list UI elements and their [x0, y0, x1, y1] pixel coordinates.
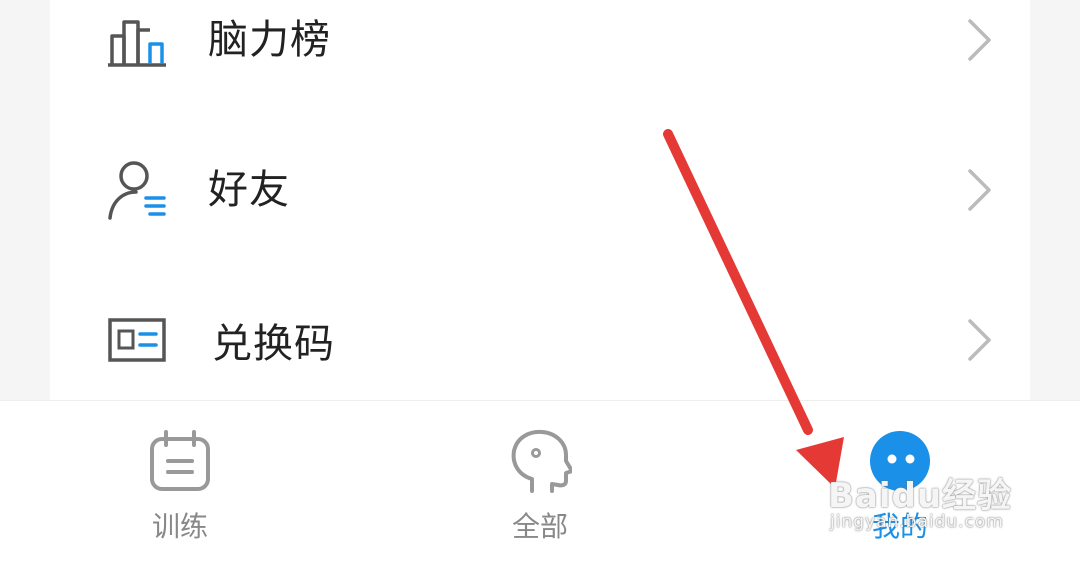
menu-item-friends[interactable]: 好友: [50, 130, 1030, 250]
tab-label: 训练: [151, 510, 208, 543]
chevron-right-icon: [968, 19, 991, 61]
watermark-url-text: jingyan.baidu.com: [830, 512, 1004, 532]
menu-item-redeem-code[interactable]: 兑换码: [50, 280, 1030, 400]
head-profile-icon: [511, 429, 572, 493]
chevron-right-icon: [968, 319, 991, 361]
menu-item-label: 好友: [208, 167, 290, 213]
menu-item-label: 兑换码: [212, 321, 335, 367]
calendar-training-icon: [150, 430, 210, 491]
friends-person-icon: [108, 161, 166, 220]
baidu-jingyan-watermark: Baidu经验 jingyan.baidu.com: [828, 468, 1028, 538]
chevron-right-icon: [968, 169, 991, 211]
settings-card: 脑力榜 好友 兑换码: [50, 0, 1030, 400]
redeem-code-card-icon: [108, 318, 166, 362]
leaderboard-bar-chart-icon: [108, 20, 166, 67]
tab-training[interactable]: 训练: [80, 401, 280, 561]
watermark-main-text: Baidu经验: [828, 476, 1013, 516]
tab-all[interactable]: 全部: [440, 401, 640, 561]
tab-label: 全部: [511, 510, 568, 543]
menu-item-leaderboard[interactable]: 脑力榜: [50, 0, 1030, 100]
menu-item-label: 脑力榜: [208, 17, 331, 63]
